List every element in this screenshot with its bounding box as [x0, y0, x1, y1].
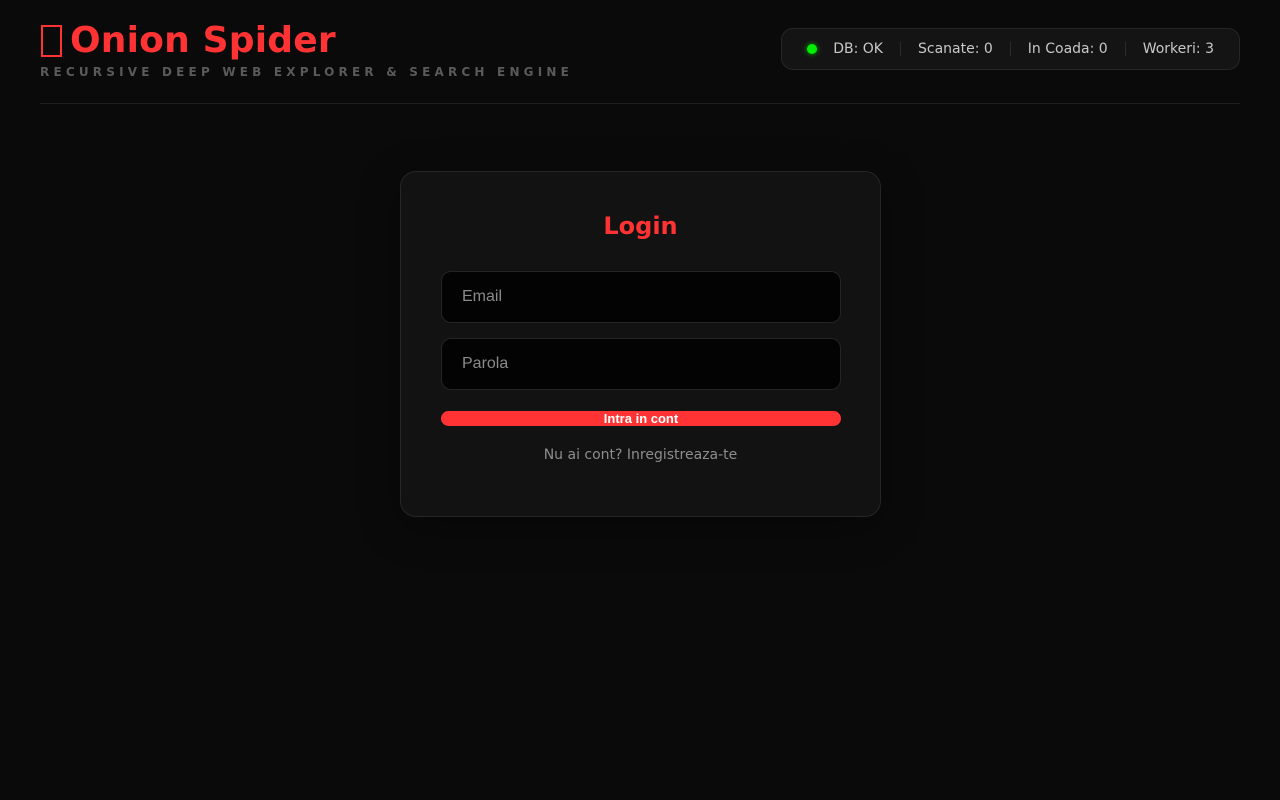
- database-status-dot: [807, 44, 818, 54]
- password-input[interactable]: [441, 338, 841, 390]
- register-link[interactable]: Nu ai cont? Inregistreaza-te: [441, 447, 840, 464]
- app-header: Onion Spider RECURSIVE DEEP WEB EXPLORER…: [40, 0, 1240, 104]
- brand: Onion Spider RECURSIVE DEEP WEB EXPLORER…: [40, 20, 573, 80]
- brand-title: Onion Spider: [40, 20, 573, 62]
- login-button[interactable]: Intra in cont: [441, 411, 841, 426]
- app-subtitle: RECURSIVE DEEP WEB EXPLORER & SEARCH ENG…: [40, 65, 574, 79]
- spider-icon: [40, 24, 62, 58]
- status-divider: [899, 42, 901, 56]
- status-divider: [1124, 42, 1126, 56]
- queue-count: In Coada: 0: [1027, 41, 1108, 57]
- system-status: DB: OK Scanate: 0 In Coada: 0 Workeri: 3: [781, 28, 1240, 70]
- onion-spider-page: Onion Spider RECURSIVE DEEP WEB EXPLORER…: [0, 0, 1280, 800]
- app-title: Onion Spider: [70, 20, 336, 61]
- login-title: Login: [603, 212, 678, 240]
- login-card: Login Intra in cont Nu ai cont? Inregist…: [400, 171, 881, 517]
- worker-count: Workeri: 3: [1142, 41, 1214, 57]
- scanned-count: Scanate: 0: [917, 41, 993, 57]
- database-status: DB: OK: [807, 41, 883, 57]
- email-input[interactable]: [441, 271, 841, 323]
- status-divider: [1009, 42, 1011, 56]
- database-status-label: DB: OK: [833, 41, 883, 57]
